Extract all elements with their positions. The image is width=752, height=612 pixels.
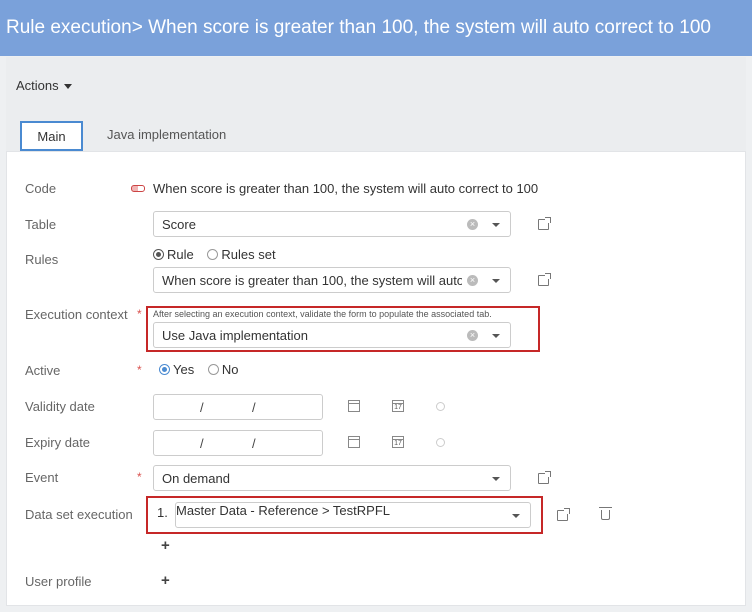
rules-label: Rules xyxy=(25,252,59,267)
chevron-down-icon[interactable] xyxy=(512,514,520,518)
open-link-icon[interactable] xyxy=(538,471,551,484)
eraser-icon xyxy=(131,185,145,192)
data-set-select[interactable]: Master Data - Reference > TestRPFL xyxy=(175,502,531,528)
calendar-icon[interactable] xyxy=(348,436,360,448)
event-select-value: On demand xyxy=(162,471,230,486)
execution-context-hint: After selecting an execution context, va… xyxy=(153,309,492,319)
open-link-icon[interactable] xyxy=(538,217,551,230)
expiry-date-input[interactable]: / / xyxy=(153,430,323,456)
calendar-today-icon[interactable]: 17 xyxy=(392,436,404,448)
add-user-profile-button[interactable]: + xyxy=(161,572,170,589)
data-set-index: 1. xyxy=(157,505,168,520)
clear-icon[interactable]: × xyxy=(467,219,478,230)
radio-rules-set[interactable]: Rules set xyxy=(207,247,276,262)
clear-icon[interactable] xyxy=(436,402,445,411)
add-data-set-button[interactable]: + xyxy=(161,537,170,554)
event-label: Event xyxy=(25,470,59,485)
radio-checked-icon xyxy=(153,249,164,260)
expiry-date-label: Expiry date xyxy=(25,435,91,450)
chevron-down-icon[interactable] xyxy=(492,279,500,283)
chevron-down-icon[interactable] xyxy=(492,223,500,227)
tab-main[interactable]: Main xyxy=(20,121,83,151)
open-link-icon[interactable] xyxy=(538,273,551,286)
main-form-panel: Code When score is greater than 100, the… xyxy=(6,151,746,606)
active-label: Active xyxy=(25,363,61,378)
calendar-today-icon[interactable]: 17 xyxy=(392,400,404,412)
trash-icon[interactable] xyxy=(599,507,612,520)
table-select[interactable]: Score × xyxy=(153,211,511,237)
rules-select[interactable]: When score is greater than 100, the syst… xyxy=(153,267,511,293)
radio-no[interactable]: No xyxy=(207,362,238,377)
date-separator: / xyxy=(252,436,256,451)
clear-icon[interactable]: × xyxy=(467,330,478,341)
event-select[interactable]: On demand xyxy=(153,465,511,491)
radio-checked-icon xyxy=(159,364,170,375)
code-value: When score is greater than 100, the syst… xyxy=(153,181,539,196)
clear-icon[interactable]: × xyxy=(467,275,478,286)
validity-date-input[interactable]: / / xyxy=(153,394,323,420)
active-radio-group: Yes No xyxy=(159,362,248,377)
execution-context-label: Execution context xyxy=(25,307,128,322)
tab-bar: Main Java implementation xyxy=(6,117,746,151)
table-label: Table xyxy=(25,217,57,232)
execution-context-select[interactable]: Use Java implementation × xyxy=(153,322,511,348)
validity-date-label: Validity date xyxy=(25,399,95,414)
code-label: Code xyxy=(25,181,57,196)
rules-select-value: When score is greater than 100, the syst… xyxy=(162,273,462,288)
radio-unchecked-icon xyxy=(207,249,219,260)
rules-radio-group: Rule Rules set xyxy=(153,247,286,262)
date-separator: / xyxy=(200,400,204,415)
data-set-execution-label: Data set execution xyxy=(25,507,133,522)
date-separator: / xyxy=(252,400,256,415)
open-link-icon[interactable] xyxy=(557,508,570,521)
calendar-icon[interactable] xyxy=(348,400,360,412)
table-select-value: Score xyxy=(162,217,196,232)
required-marker: * xyxy=(137,307,142,321)
user-profile-label: User profile xyxy=(25,574,92,589)
page-title: Rule execution> When score is greater th… xyxy=(0,0,752,56)
caret-down-icon xyxy=(63,84,72,90)
required-marker: * xyxy=(137,470,142,484)
actions-menu-button[interactable]: Actions xyxy=(16,78,72,93)
radio-unchecked-icon xyxy=(207,364,219,375)
tab-java-implementation[interactable]: Java implementation xyxy=(107,121,226,151)
chevron-down-icon[interactable] xyxy=(492,477,500,481)
radio-yes[interactable]: Yes xyxy=(159,362,194,377)
date-separator: / xyxy=(200,436,204,451)
radio-rule[interactable]: Rule xyxy=(153,247,194,262)
execution-context-value: Use Java implementation xyxy=(162,328,308,343)
data-set-select-value: Master Data - Reference > TestRPFL xyxy=(176,503,390,518)
clear-icon[interactable] xyxy=(436,438,445,447)
actions-bar: Actions xyxy=(6,57,746,117)
chevron-down-icon[interactable] xyxy=(492,334,500,338)
required-marker: * xyxy=(137,363,142,377)
actions-label: Actions xyxy=(16,78,59,93)
